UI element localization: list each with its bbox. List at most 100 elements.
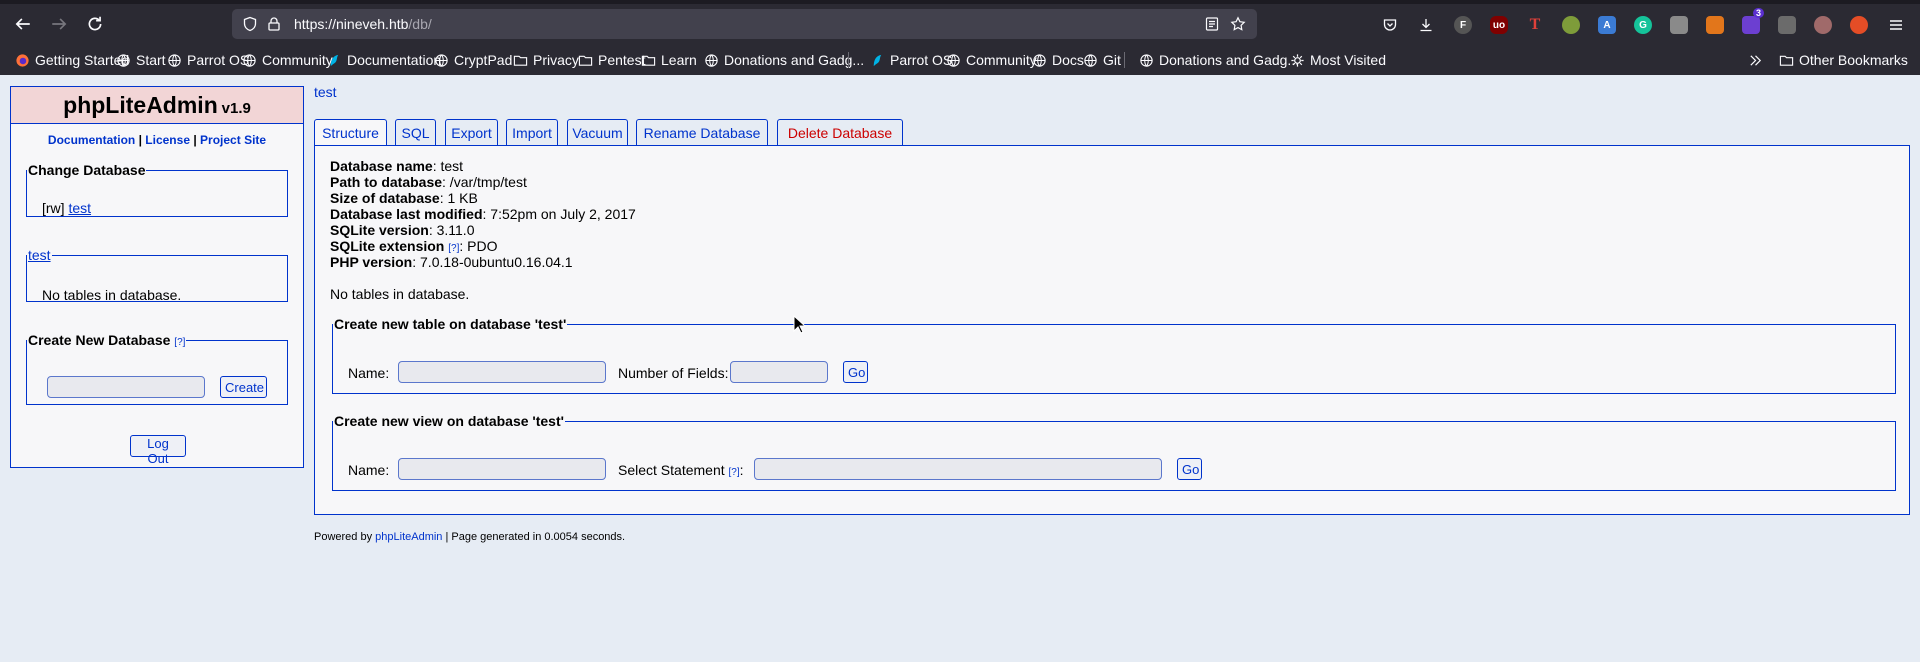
footer-suffix: | Page generated in 0.0054 seconds. [442,531,626,543]
select-statement-input[interactable] [754,458,1162,480]
folder-icon [641,55,656,66]
bookmark-item[interactable]: Donations and Gadg... [704,49,864,71]
other-bookmarks-button[interactable]: Other Bookmarks [1779,49,1908,71]
create-view-go-button[interactable]: Go [1177,458,1202,480]
bookmark-label: Learn [661,52,697,68]
number-of-fields-input[interactable] [730,361,828,383]
info-label: Size of database [330,190,440,206]
bookmark-item[interactable]: Parrot OS [167,49,249,71]
sqlite-extension-help-link[interactable]: [?] [448,243,459,254]
bookmark-item[interactable]: Learn [641,49,697,71]
documentation-link[interactable]: Documentation [48,133,135,147]
downloads-icon[interactable] [1417,16,1435,34]
bookmark-item[interactable]: Privacy [513,49,579,71]
back-button[interactable] [8,10,38,38]
bookmark-item[interactable]: Parrot OS [870,49,952,71]
bookmark-item[interactable]: Docs [1032,49,1084,71]
database-tables-fieldset: test No tables in database. [26,247,288,303]
forward-arrow-icon [52,18,67,30]
select-statement-label: Select Statement [?]: [618,462,744,478]
info-label: Path to database [330,174,443,190]
create-database-button[interactable]: Create [220,376,267,398]
create-database-legend: Create New Database [?] [27,332,186,348]
folder-icon [1779,55,1794,66]
tab-export[interactable]: Export [445,119,498,145]
create-database-help-link[interactable]: [?] [174,337,185,348]
paw-extension-icon[interactable] [1814,16,1832,34]
left-sidebar: phpLiteAdmin v1.9 Documentation | Licens… [10,86,304,468]
forward-button[interactable] [44,10,74,38]
create-table-legend: Create new table on database 'test' [334,316,567,332]
logout-button[interactable]: Log Out [130,435,186,466]
table-name-input[interactable] [398,361,606,383]
database-title-link[interactable]: test [314,84,337,100]
spy-extension-icon[interactable] [1778,16,1796,34]
create-table-go-button[interactable]: Go [843,361,868,383]
database-link-test[interactable]: test [68,200,91,216]
grammarly-icon[interactable]: G [1634,16,1652,34]
tab-sql[interactable]: SQL [395,119,436,145]
lock-icon[interactable] [266,16,282,32]
database-modified-row: Database last modified: 7:52pm on July 2… [330,206,636,222]
foxyproxy-icon[interactable] [1850,16,1868,34]
change-database-fieldset: Change Database [rw] test [26,162,288,217]
select-statement-help-link[interactable]: [?] [729,467,740,478]
reader-view-icon[interactable] [1204,16,1220,32]
tab-import[interactable]: Import [506,119,558,145]
folder-icon [513,55,528,66]
new-database-name-input[interactable] [47,376,205,398]
footer-prefix: Powered by [314,531,376,543]
menu-icon[interactable] [1887,16,1905,34]
t-extension-icon[interactable]: T [1526,16,1544,34]
bookmark-item[interactable]: Pentest [578,49,645,71]
cookie-extension-icon[interactable] [1562,16,1580,34]
bookmarks-overflow-button[interactable] [1748,49,1763,71]
globe-icon [1033,53,1046,67]
shield-icon[interactable] [242,16,258,32]
view-name-input[interactable] [398,458,606,480]
metamask-icon[interactable] [1706,16,1724,34]
ublock-icon[interactable]: uo [1490,16,1508,34]
tab-rename-database[interactable]: Rename Database [636,119,768,145]
bookmark-item[interactable]: CryptPad [434,49,512,71]
info-value: : 7:52pm on July 2, 2017 [482,206,636,222]
bookmark-label: Documentation [347,52,442,68]
info-value: : 7.0.18-0ubuntu0.16.04.1 [412,254,573,270]
number-of-fields-label: Number of Fields: [618,365,729,381]
image-extension-icon[interactable] [1670,16,1688,34]
no-tables-text: No tables in database. [42,287,182,303]
address-bar[interactable]: https://nineveh.htb/db/ [232,9,1257,39]
bookmark-item[interactable]: Documentation [327,49,441,71]
globe-icon [947,53,960,67]
bookmark-item[interactable]: Donations and Gadg... [1139,49,1299,71]
translate-icon[interactable]: A [1598,16,1616,34]
bookmark-item[interactable]: Community [946,49,1037,71]
bookmark-item[interactable]: Start [116,49,166,71]
footer-phpliteadmin-link[interactable]: phpLiteAdmin [375,531,442,543]
view-name-label: Name: [348,462,390,478]
bookmark-item[interactable]: Getting Started [15,49,129,71]
bookmark-item[interactable]: Community [242,49,333,71]
database-legend-link[interactable]: test [28,247,51,263]
bookmark-star-icon[interactable] [1230,16,1246,32]
stack-extension-icon[interactable]: 3 [1742,8,1764,34]
tab-structure[interactable]: Structure [314,119,387,146]
project-site-link[interactable]: Project Site [200,133,266,147]
info-value: : PDO [459,238,498,254]
tab-delete-database[interactable]: Delete Database [777,119,903,145]
license-link[interactable]: License [145,133,190,147]
reload-button[interactable] [80,10,110,38]
info-label: SQLite extension [330,238,445,254]
bookmark-item[interactable]: Git [1083,49,1121,71]
gear-icon [1291,53,1304,67]
url-text[interactable]: https://nineveh.htb/db/ [294,16,432,32]
info-label: PHP version [330,254,413,270]
pocket-icon[interactable] [1381,16,1399,34]
extension-f-icon[interactable]: F [1454,16,1472,34]
bookmark-label: Parrot OS [187,52,250,68]
sqlite-extension-row: SQLite extension [?]: PDO [330,238,498,254]
database-mode: [rw] [42,200,65,216]
info-label: Database last modified [330,206,483,222]
tab-vacuum[interactable]: Vacuum [567,119,628,145]
bookmark-item[interactable]: Most Visited [1290,49,1386,71]
